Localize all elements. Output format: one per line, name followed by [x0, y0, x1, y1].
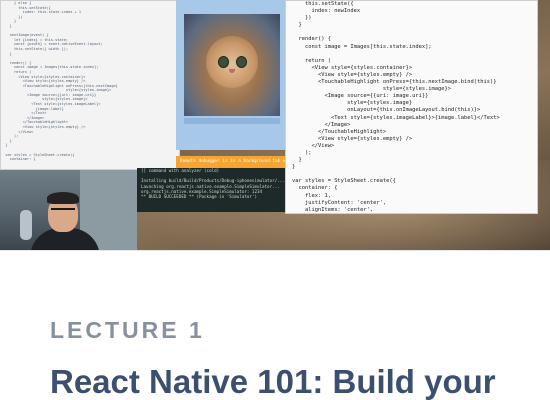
lecture-card[interactable]: } else { this.setState({ index: this.sta…: [0, 0, 550, 400]
code-line: <Image source={{uri: image.uri}}: [292, 93, 429, 100]
code-line: }: [292, 157, 302, 164]
code-line: </TouchableHighlight>: [292, 128, 387, 135]
lecture-title[interactable]: React Native 101: Build your: [50, 362, 496, 400]
instructor-hair: [47, 192, 79, 204]
code-line: return (: [292, 57, 331, 64]
terminal-line: ** BUILD SUCCEEDED ** (Package in 'Simul…: [141, 194, 257, 200]
code-line: container: {: [1, 157, 36, 162]
warning-line: Remote debugger is in a background tab w…: [180, 159, 307, 164]
code-line: container: {: [292, 185, 338, 192]
code-line: style={styles.image}>: [292, 86, 452, 93]
code-line: flex: 1,: [292, 192, 331, 199]
editor-right-code: this.setState({ index: newIndex }) } ren…: [286, 1, 537, 213]
image-label-bar: [184, 118, 280, 124]
terminal-line: Installing build/Build/Products/Debug-ip…: [141, 178, 285, 184]
microphone-icon: [20, 210, 32, 240]
code-line: justifyContent: 'center',: [292, 199, 387, 206]
kitten-eye-left: [218, 56, 229, 68]
code-line: this.setState({: [292, 1, 354, 7]
lecture-number: LECTURE 1: [50, 317, 205, 343]
card-divider: [0, 250, 550, 251]
code-line: }): [292, 15, 312, 22]
code-line: render() {: [292, 36, 331, 43]
code-line: <View style={styles.empty} />: [292, 135, 413, 142]
instructor-webcam: [0, 170, 137, 250]
kitten-nose: [229, 69, 235, 73]
ios-simulator: [176, 0, 288, 150]
code-line: );: [292, 149, 312, 156]
glasses-icon: [51, 208, 75, 215]
lecture-video-thumbnail[interactable]: } else { this.setState({ index: this.sta…: [0, 0, 550, 250]
code-line: <View style={styles.container}>: [292, 64, 413, 71]
editor-window-right: this.setState({ index: newIndex }) } ren…: [285, 0, 538, 214]
code-line: </Image>: [292, 121, 351, 128]
code-line: }: [292, 22, 302, 29]
code-line: const image = Images[this.state.index];: [292, 43, 432, 50]
kitten-face: [206, 36, 258, 88]
kitten-eye-right: [236, 56, 247, 68]
code-line: style={styles.image}: [292, 100, 413, 107]
code-line: </View>: [292, 142, 335, 149]
code-line: var styles = StyleSheet.create({: [292, 178, 396, 185]
code-line: onLayout={this.onImageLayout.bind(this)}…: [292, 107, 481, 114]
code-line: }: [292, 164, 296, 171]
editor-window-left: } else { this.setState({ index: this.sta…: [0, 0, 180, 170]
kitten-photo: [184, 14, 280, 116]
code-line: <TouchableHighlight onPress={this.nextIm…: [292, 79, 497, 86]
code-line: alignItems: 'center',: [292, 206, 374, 213]
terminal-window: [] command with analyzer (cold) Installi…: [137, 168, 285, 212]
editor-left-code: } else { this.setState({ index: this.sta…: [1, 1, 179, 162]
code-line: <Text style={styles.imageLabel}>{image.l…: [292, 114, 500, 121]
terminal-output: [] command with analyzer (cold) Installi…: [137, 168, 285, 199]
code-line: <View style={styles.empty} />: [292, 71, 413, 78]
code-line: index: newIndex: [292, 8, 361, 15]
